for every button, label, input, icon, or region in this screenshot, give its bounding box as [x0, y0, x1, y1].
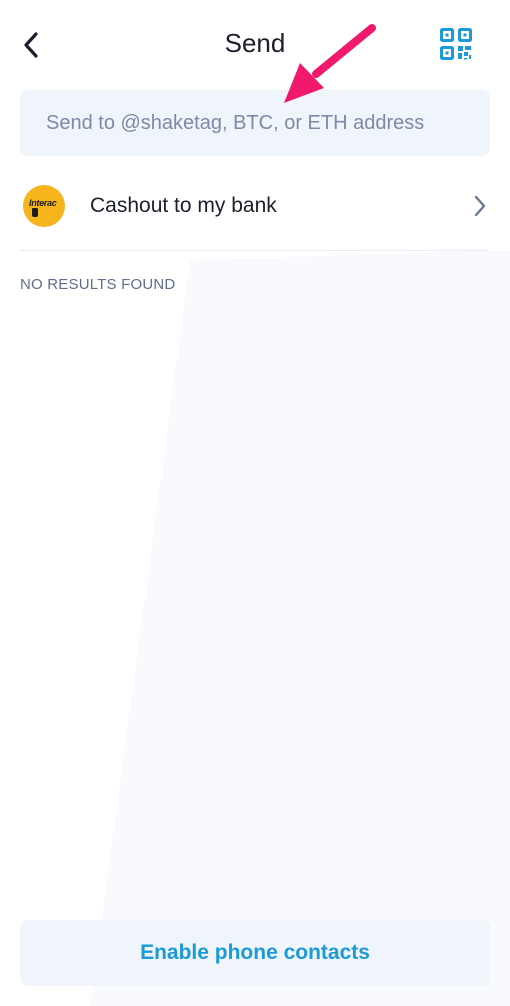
no-results-message: NO RESULTS FOUND [20, 276, 176, 293]
qr-code-icon [440, 28, 472, 60]
header-bar: Send [0, 0, 510, 88]
page-title: Send [224, 28, 286, 58]
interac-logo-text: Interac [29, 198, 57, 208]
interac-logo: Interac [23, 185, 65, 227]
cashout-label: Cashout to my bank [90, 194, 277, 217]
qr-scan-button[interactable] [438, 26, 474, 62]
enable-phone-contacts-button[interactable]: Enable phone contacts [20, 920, 490, 986]
interac-hand-icon [32, 208, 38, 217]
search-input[interactable] [44, 110, 466, 136]
chevron-right-icon [470, 192, 490, 220]
search-field[interactable] [20, 90, 490, 156]
cashout-to-bank-row[interactable]: Interac Cashout to my bank [20, 162, 490, 251]
